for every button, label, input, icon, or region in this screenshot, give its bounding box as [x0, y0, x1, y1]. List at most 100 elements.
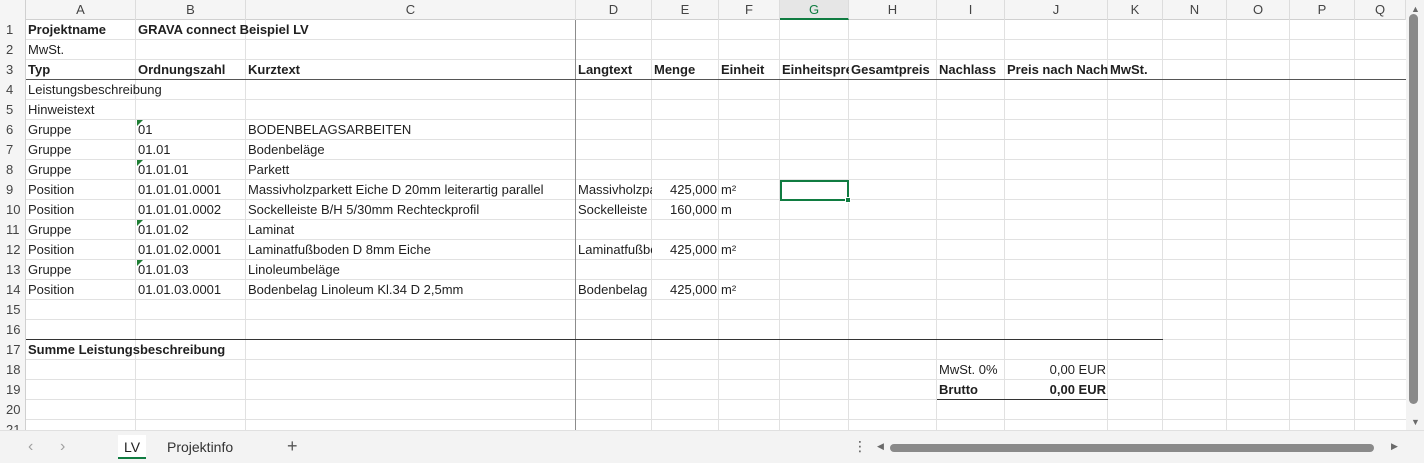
column-header-p[interactable]: P — [1290, 0, 1355, 20]
cell-d9[interactable]: Massivholzparkett — [576, 180, 652, 200]
cell-a2[interactable]: MwSt. — [26, 40, 136, 60]
column-header-e[interactable]: E — [652, 0, 719, 20]
row-header-20[interactable]: 20 — [0, 400, 26, 420]
row-header-1[interactable]: 1 — [0, 20, 26, 40]
cell-a10[interactable]: Position — [26, 200, 136, 220]
cell-e3[interactable]: Menge — [652, 60, 719, 80]
row-header-4[interactable]: 4 — [0, 80, 26, 100]
cell-b13[interactable]: 01.01.03 — [136, 260, 246, 280]
cell-b12[interactable]: 01.01.02.0001 — [136, 240, 246, 260]
cell-c8[interactable]: Parkett — [246, 160, 576, 180]
cell-c3[interactable]: Kurztext — [246, 60, 576, 80]
cell-c7[interactable]: Bodenbeläge — [246, 140, 576, 160]
cell-e10[interactable]: 160,000 — [652, 200, 719, 220]
column-header-b[interactable]: B — [136, 0, 246, 20]
cell-b3[interactable]: Ordnungszahl — [136, 60, 246, 80]
row-header-14[interactable]: 14 — [0, 280, 26, 300]
prev-sheet-icon[interactable]: ‹ — [28, 438, 33, 456]
cell-b6[interactable]: 01 — [136, 120, 246, 140]
cell-i3[interactable]: Nachlass — [937, 60, 1005, 80]
column-header-c[interactable]: C — [246, 0, 576, 20]
cell-b8[interactable]: 01.01.01 — [136, 160, 246, 180]
row-header-10[interactable]: 10 — [0, 200, 26, 220]
select-all-corner[interactable] — [0, 0, 26, 20]
cell-a8[interactable]: Gruppe — [26, 160, 136, 180]
cell-c13[interactable]: Linoleumbeläge — [246, 260, 576, 280]
cell-j3[interactable]: Preis nach Nachlass — [1005, 60, 1108, 80]
row-header-6[interactable]: 6 — [0, 120, 26, 140]
cell-g3[interactable]: Einheitspreis — [780, 60, 849, 80]
cell-e14[interactable]: 425,000 — [652, 280, 719, 300]
row-header-15[interactable]: 15 — [0, 300, 26, 320]
column-header-o[interactable]: O — [1227, 0, 1290, 20]
cell-a4[interactable]: Leistungsbeschreibung — [26, 80, 386, 100]
cell-a17[interactable]: Summe Leistungsbeschreibung — [26, 340, 386, 360]
cell-a12[interactable]: Position — [26, 240, 136, 260]
row-header-7[interactable]: 7 — [0, 140, 26, 160]
cell-c12[interactable]: Laminatfußboden D 8mm Eiche — [246, 240, 576, 260]
row-header-11[interactable]: 11 — [0, 220, 26, 240]
cell-b14[interactable]: 01.01.03.0001 — [136, 280, 246, 300]
cell-c11[interactable]: Laminat — [246, 220, 576, 240]
cell-a13[interactable]: Gruppe — [26, 260, 136, 280]
row-header-3[interactable]: 3 — [0, 60, 26, 80]
row-header-19[interactable]: 19 — [0, 380, 26, 400]
column-header-d[interactable]: D — [576, 0, 652, 20]
tab-lv[interactable]: LV — [118, 435, 146, 459]
row-header-8[interactable]: 8 — [0, 160, 26, 180]
cell-b10[interactable]: 01.01.01.0002 — [136, 200, 246, 220]
selected-cell-g9[interactable] — [780, 180, 849, 201]
cell-a14[interactable]: Position — [26, 280, 136, 300]
more-options-icon[interactable]: ⋮ — [853, 438, 867, 455]
cell-d14[interactable]: Bodenbelag — [576, 280, 652, 300]
cell-j19[interactable]: 0,00 EUR — [1005, 380, 1108, 400]
fill-handle[interactable] — [845, 197, 851, 203]
cell-a9[interactable]: Position — [26, 180, 136, 200]
row-header-16[interactable]: 16 — [0, 320, 26, 340]
row-header-2[interactable]: 2 — [0, 40, 26, 60]
cell-f12[interactable]: m² — [719, 240, 780, 260]
cell-b9[interactable]: 01.01.01.0001 — [136, 180, 246, 200]
column-header-q[interactable]: Q — [1355, 0, 1406, 20]
cell-b7[interactable]: 01.01 — [136, 140, 246, 160]
cell-f3[interactable]: Einheit — [719, 60, 780, 80]
row-header-9[interactable]: 9 — [0, 180, 26, 200]
column-header-h[interactable]: H — [849, 0, 937, 20]
column-header-f[interactable]: F — [719, 0, 780, 20]
cell-f10[interactable]: m — [719, 200, 780, 220]
cell-i19[interactable]: Brutto — [937, 380, 1005, 400]
next-sheet-icon[interactable]: › — [60, 438, 65, 456]
add-sheet-button[interactable]: + — [287, 436, 298, 457]
cell-a11[interactable]: Gruppe — [26, 220, 136, 240]
cell-c6[interactable]: BODENBELAGSARBEITEN — [246, 120, 576, 140]
cell-e12[interactable]: 425,000 — [652, 240, 719, 260]
cell-h3[interactable]: Gesamtpreis — [849, 60, 937, 80]
column-header-k[interactable]: K — [1108, 0, 1163, 20]
cell-i18[interactable]: MwSt. 0% — [937, 360, 1005, 380]
column-header-a[interactable]: A — [26, 0, 136, 20]
cell-a1[interactable]: Projektname — [26, 20, 136, 40]
scroll-up-icon[interactable]: ▲ — [1411, 4, 1420, 14]
vertical-scroll-thumb[interactable] — [1409, 14, 1418, 404]
row-header-12[interactable]: 12 — [0, 240, 26, 260]
cell-b11[interactable]: 01.01.02 — [136, 220, 246, 240]
cell-e9[interactable]: 425,000 — [652, 180, 719, 200]
horizontal-scroll-thumb[interactable] — [890, 444, 1374, 452]
cell-f14[interactable]: m² — [719, 280, 780, 300]
row-header-21[interactable]: 21 — [0, 420, 26, 430]
cell-d3[interactable]: Langtext — [576, 60, 652, 80]
scroll-left-icon[interactable]: ◀ — [877, 441, 884, 452]
cell-f9[interactable]: m² — [719, 180, 780, 200]
column-header-i[interactable]: I — [937, 0, 1005, 20]
cell-j18[interactable]: 0,00 EUR — [1005, 360, 1108, 380]
cell-d10[interactable]: Sockelleiste — [576, 200, 652, 220]
cell-a5[interactable]: Hinweistext — [26, 100, 136, 120]
column-header-j[interactable]: J — [1005, 0, 1108, 20]
scroll-right-icon[interactable]: ▶ — [1391, 441, 1398, 452]
tab-projektinfo[interactable]: Projektinfo — [167, 435, 233, 459]
spreadsheet-grid[interactable]: ABCDEFGHIJKNOPQ Projektname GRAVA connect… — [0, 0, 1406, 430]
row-header-18[interactable]: 18 — [0, 360, 26, 380]
cell-b1[interactable]: GRAVA connect Beispiel LV — [136, 20, 496, 40]
row-header-17[interactable]: 17 — [0, 340, 26, 360]
cell-d12[interactable]: Laminatfußboden — [576, 240, 652, 260]
